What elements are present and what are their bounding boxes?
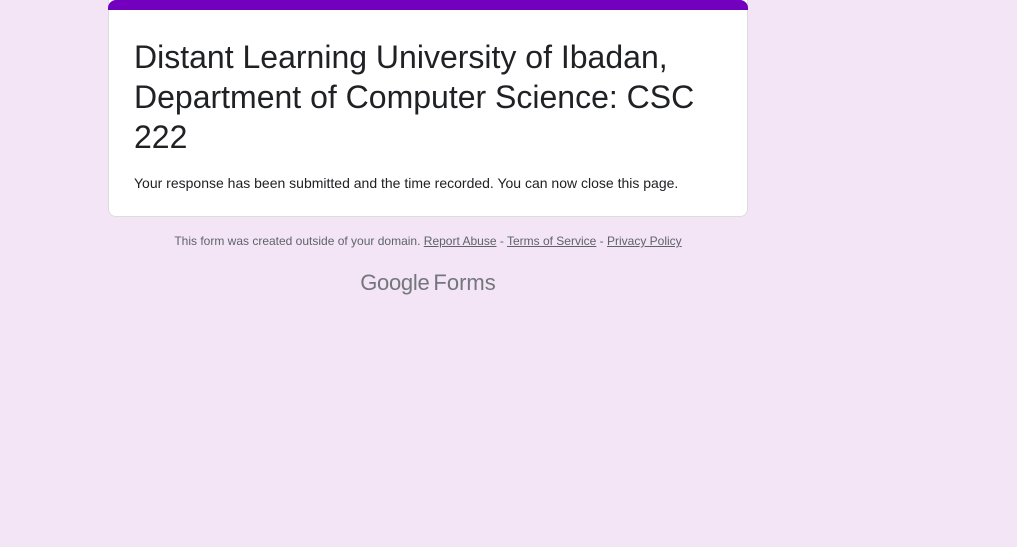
forms-wordmark: Forms (433, 270, 496, 295)
google-wordmark: Google (360, 270, 430, 295)
privacy-policy-link[interactable]: Privacy Policy (607, 234, 682, 248)
theme-accent-bar (108, 0, 748, 10)
page: Distant Learning University of Ibadan, D… (0, 0, 1017, 547)
form-title: Distant Learning University of Ibadan, D… (134, 39, 695, 155)
google-forms-logo[interactable]: Google Forms (108, 268, 748, 298)
separator: - (496, 234, 507, 248)
confirmation-message: Your response has been submitted and the… (134, 175, 679, 191)
separator: - (596, 234, 607, 248)
confirmation-card: Distant Learning University of Ibadan, D… (108, 0, 748, 217)
report-abuse-link[interactable]: Report Abuse (424, 234, 497, 248)
domain-notice: This form was created outside of your do… (174, 234, 421, 248)
footer: This form was created outside of your do… (108, 233, 748, 249)
terms-of-service-link[interactable]: Terms of Service (507, 234, 596, 248)
